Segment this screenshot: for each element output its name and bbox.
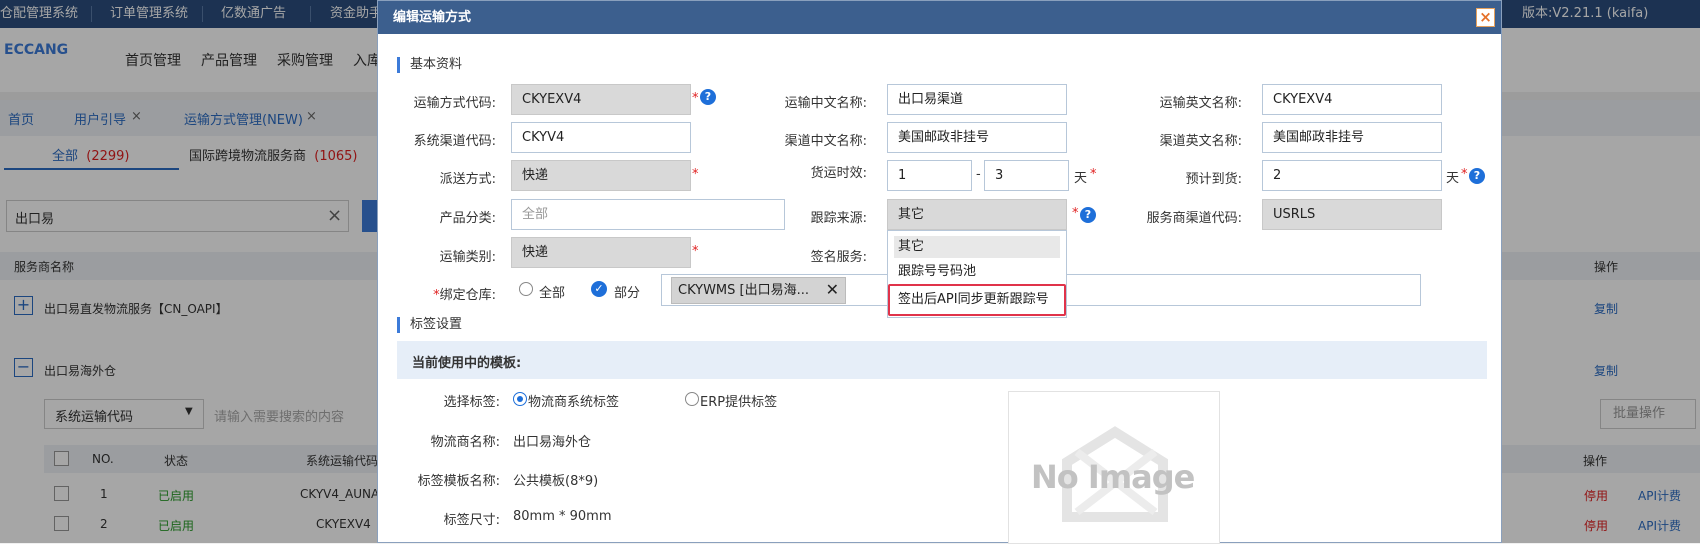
tracking-label: 跟踪来源: (810, 211, 867, 226)
template-name-label: 标签模板名称: (417, 474, 500, 489)
logistics-label-radio[interactable] (513, 392, 527, 406)
required-mark: * (692, 167, 699, 182)
provider-code-field: USRLS (1262, 199, 1442, 230)
required-mark: * (1072, 206, 1079, 221)
label-size-label: 标签尺寸: (443, 513, 500, 528)
logistics-label-option: 物流商系统标签 (528, 395, 620, 410)
tag-remove-icon[interactable]: ✕ (826, 282, 839, 298)
label-preview-image: No Image (1008, 391, 1220, 544)
tracking-select[interactable]: 其它 (887, 199, 1067, 230)
section-basic-info: 基本资料 (397, 57, 462, 73)
edit-shipping-method-dialog: 编辑运输方式 × 基本资料 运输方式代码: CKYEXV4 * ? 运输中文名称… (377, 0, 1502, 544)
day-unit: 天 (1074, 171, 1088, 186)
select-label-label: 选择标签: (443, 395, 500, 410)
warehouse-label: *绑定仓库: (433, 288, 496, 303)
tracking-dropdown: 其它 跟踪号号码池 签出后API同步更新跟踪号 (887, 230, 1067, 318)
erp-label-option: ERP提供标签 (700, 395, 778, 410)
cn-name-label: 运输中文名称: (784, 96, 867, 111)
no-image-text: No Image (1031, 458, 1195, 496)
delivery-select[interactable]: 快递 (511, 160, 691, 191)
warehouse-tag: CKYWMS [出口易海... ✕ (671, 277, 846, 304)
template-name-value: 公共模板(8*9) (513, 474, 599, 489)
sign-label: 签名服务: (810, 250, 867, 265)
current-template-title: 当前使用中的模板: (412, 356, 522, 371)
code-label: 运输方式代码: (413, 96, 496, 111)
day-unit: 天 (1446, 171, 1460, 186)
tracking-option-pool[interactable]: 跟踪号号码池 (894, 261, 1060, 283)
tracking-option-other[interactable]: 其它 (894, 236, 1060, 258)
channel-cn-label: 渠道中文名称: (784, 134, 867, 149)
warehouse-tag-label: CKYWMS [出口易海... (678, 283, 810, 298)
erp-label-radio[interactable] (685, 392, 699, 406)
label-size-value: 80mm * 90mm (513, 509, 612, 524)
channel-code-field[interactable]: CKYV4 (511, 122, 691, 153)
timeliness-from-field[interactable]: 1 (887, 160, 972, 191)
en-name-label: 运输英文名称: (1159, 96, 1242, 111)
channel-code-label: 系统渠道代码: (413, 134, 496, 149)
logistics-name-label: 物流商名称: (430, 435, 500, 450)
en-name-field[interactable]: CKYEXV4 (1262, 84, 1442, 115)
required-mark: * (692, 244, 699, 259)
range-separator: - (976, 167, 981, 182)
help-icon[interactable]: ? (700, 89, 716, 105)
warehouse-all-radio[interactable] (519, 282, 533, 296)
required-mark: * (1461, 167, 1468, 182)
cn-name-field[interactable]: 出口易渠道 (887, 84, 1067, 115)
required-mark: * (692, 91, 699, 106)
warehouse-all-label: 全部 (539, 286, 566, 301)
tracking-option-api-sync[interactable]: 签出后API同步更新跟踪号 (888, 284, 1066, 316)
channel-en-field[interactable]: 美国邮政非挂号 (1262, 122, 1442, 153)
required-mark: * (1090, 167, 1097, 182)
transport-type-select[interactable]: 快递 (511, 237, 691, 268)
logistics-name-value: 出口易海外仓 (513, 435, 592, 450)
category-select[interactable]: 全部 (511, 199, 785, 230)
timeliness-label: 货运时效: (810, 166, 867, 181)
help-icon[interactable]: ? (1080, 207, 1096, 223)
category-label: 产品分类: (439, 211, 496, 226)
eta-field[interactable]: 2 (1262, 160, 1442, 191)
code-field: CKYEXV4 (511, 84, 691, 115)
section-label-settings: 标签设置 (397, 317, 462, 333)
timeliness-to-field[interactable]: 3 (984, 160, 1069, 191)
channel-en-label: 渠道英文名称: (1159, 134, 1242, 149)
close-button[interactable]: × (1476, 8, 1495, 27)
help-icon[interactable]: ? (1469, 168, 1485, 184)
current-template-bar: 当前使用中的模板: (397, 341, 1487, 379)
warehouse-part-check-icon[interactable]: ✓ (591, 281, 607, 297)
warehouse-part-label: 部分 (614, 286, 641, 301)
transport-type-label: 运输类别: (439, 250, 496, 265)
channel-cn-field[interactable]: 美国邮政非挂号 (887, 122, 1067, 153)
provider-code-label: 服务商渠道代码: (1146, 211, 1242, 226)
delivery-label: 派送方式: (439, 172, 496, 187)
dialog-title: 编辑运输方式 (378, 1, 1501, 34)
eta-label: 预计到货: (1185, 172, 1242, 187)
